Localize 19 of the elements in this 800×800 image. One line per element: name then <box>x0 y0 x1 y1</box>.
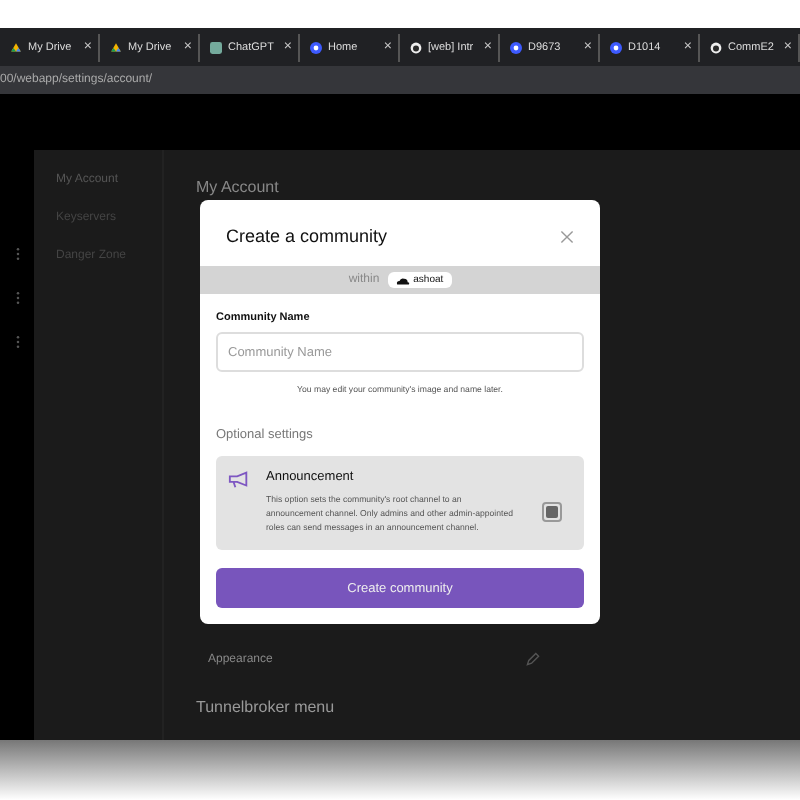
section-heading: Tunnelbroker menu <box>196 698 337 716</box>
megaphone-icon <box>228 470 250 490</box>
cloud-icon <box>395 275 410 285</box>
dots-icon[interactable] <box>13 290 21 306</box>
close-icon[interactable] <box>560 229 574 243</box>
cat-icon <box>410 41 422 53</box>
cat-icon <box>710 41 722 53</box>
triangle-icon <box>110 41 122 53</box>
app-icon <box>210 41 222 53</box>
pencil-icon[interactable] <box>526 652 540 666</box>
modal-title: Create a community <box>226 226 388 246</box>
gear-icon <box>510 41 522 53</box>
gear-icon <box>310 41 322 53</box>
triangle-icon <box>10 41 22 53</box>
dots-icon[interactable] <box>13 334 21 350</box>
checkbox[interactable] <box>542 502 562 522</box>
page-heading: My Account <box>196 178 279 196</box>
dots-icon[interactable] <box>13 246 21 262</box>
gear-icon <box>610 41 622 53</box>
